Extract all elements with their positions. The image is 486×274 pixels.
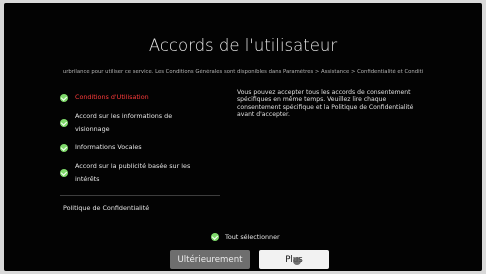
check-icon [211,233,219,241]
agreement-item-viewing-info[interactable]: Accord sur les informations de visionnag… [59,106,219,139]
agreement-label: Accord sur les informations de visionnag… [75,111,173,133]
page-title: Accords de l'utilisateur [148,36,338,55]
check-icon [60,93,68,102]
check-icon [60,143,68,152]
description-text: Vous pouvez accepter tous les accords de… [237,89,414,119]
later-button[interactable]: Ultérieurement [170,250,250,269]
agreement-label: Accord sur la publicité basée sur les in… [75,161,191,183]
pointer-cursor-icon [293,257,301,265]
select-all-label: Tout sélectionner [225,233,280,241]
check-icon [60,168,68,177]
agreement-item-ads[interactable]: Accord sur la publicité basée sur les in… [59,156,219,189]
privacy-policy-link[interactable]: Politique de Confidentialité [63,204,149,212]
scrolling-notice: urbrilance pour utiliser ce service. Les… [62,69,424,75]
agreement-label: Conditions d'Utilisation [75,93,149,101]
divider [60,195,220,196]
agreement-list: Conditions d'Utilisation Accord sur les … [59,89,219,189]
agreement-label: Informations Vocales [75,143,142,151]
check-icon [60,118,68,127]
tv-screen: Accords de l'utilisateur urbrilance pour… [4,3,482,271]
agreement-item-terms[interactable]: Conditions d'Utilisation [59,89,219,106]
agreement-item-voice-info[interactable]: Informations Vocales [59,139,219,156]
select-all-toggle[interactable]: Tout sélectionner [211,233,280,241]
